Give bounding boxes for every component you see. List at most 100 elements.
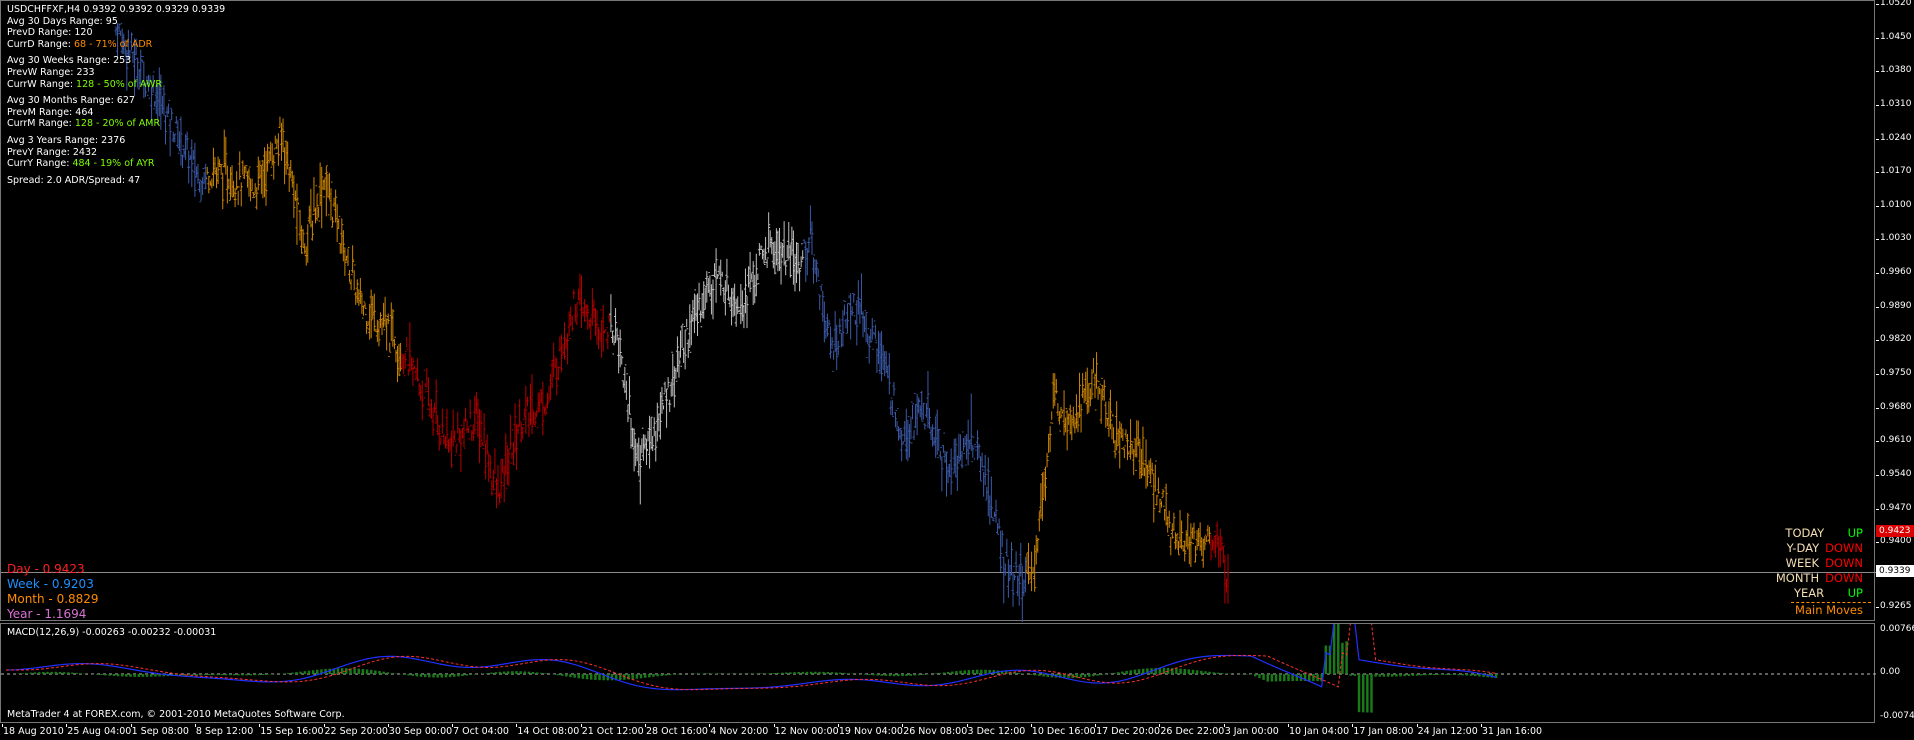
info-value: 95 [105,15,118,27]
x-tick-label: 28 Oct 16:00 [646,726,708,737]
level-item: Month - 0.8829 [7,592,99,606]
y-tick [1876,138,1879,140]
x-tick-label: 3 Dec 12:00 [967,726,1026,737]
info-line: CurrY Range: 484 - 19% of AYR [7,158,225,170]
info-value: 128 - 50% of AWR [76,78,162,90]
info-label: PrevD Range: [7,27,75,39]
x-tick-label: 18 Aug 2010 [3,726,64,737]
y-tick [1876,239,1879,241]
x-tick-label: 24 Jan 12:00 [1417,726,1478,737]
ohlc-bar [518,399,522,427]
x-tick-label: 26 Dec 22:00 [1160,726,1225,737]
move-value: UP [1847,586,1863,600]
y-tick-label: 0.9890 [1880,300,1912,311]
y-tick [1876,4,1879,5]
x-tick-label: 17 Dec 20:00 [1096,726,1160,737]
y-tick [1876,306,1879,308]
ohlc-bar [852,292,856,303]
time-axis[interactable]: 18 Aug 2010 25 Aug 04:00 1 Sep 08:00 8 Sep … [0,724,1876,740]
ohlc-bar [566,333,570,365]
symbol-line: USDCHFFXF,H4 0.9392 0.9392 0.9329 0.9339 [7,4,226,15]
info-value: 128 - 20% of AMR [74,118,161,130]
x-tick-label: 17 Jan 08:00 [1353,726,1414,737]
ohlc-bar [276,133,280,166]
info-label: CurrW Range: [7,78,77,90]
move-value: DOWN [1825,571,1863,585]
ohlc-bar [923,423,927,430]
move-row: TODAY UP [1771,526,1871,541]
y-tick-label: 0.9820 [1880,334,1912,345]
x-tick-label: 30 Sep 00:00 [388,726,453,737]
info-line: CurrM Range: 128 - 20% of AMR [7,118,225,130]
ohlc-bar [351,245,355,273]
info-line: CurrW Range: 128 - 50% of AWR [7,79,225,91]
info-value: 68 - 71% of ADR [73,38,153,50]
x-tick-label: 21 Oct 12:00 [581,726,644,737]
y-tick-label: 0.9540 [1880,468,1912,479]
macd-title: MACD(12,26,9) -0.00263 -0.00232 -0.00031 [7,627,217,638]
main-moves-title: Main Moves [1791,602,1871,618]
macd-axis-label: 0.00 [1880,667,1901,677]
x-tick-label: 22 Sep 20:00 [324,726,388,737]
y-tick-label: 1.0100 [1880,199,1912,210]
ohlc-bar [343,247,347,276]
y-tick-label: 0.9750 [1880,367,1912,378]
bid-price-tag: 0.9339 [1876,565,1914,578]
main-price-pane[interactable]: USDCHFFXF,H4 0.9392 0.9392 0.9329 0.9339… [0,0,1876,622]
y-tick [1876,508,1879,510]
ohlc-bar [1156,477,1160,494]
y-tick-label: 0.9610 [1880,435,1912,446]
move-value: DOWN [1825,541,1863,555]
ohlc-bar [994,499,998,523]
x-tick-label: 7 Oct 04:00 [453,726,509,737]
y-tick-label: 0.9960 [1880,267,1912,278]
info-line: PrevM Range: 464 [7,107,225,119]
info-label: PrevW Range: [7,66,77,78]
move-label: Y-DAY [1786,541,1820,555]
ohlc-bar [508,414,512,455]
info-value: 464 [75,106,94,118]
y-tick-label: 1.0380 [1880,65,1912,76]
level-item: Week - 0.9203 [7,577,94,591]
info-value: 484 - 19% of AYR [72,158,155,170]
info-label: PrevM Range: [7,106,76,118]
move-value: DOWN [1825,556,1863,570]
ohlc-bar [892,381,896,396]
ohlc-bar [468,399,472,428]
y-tick-label: 1.0030 [1880,233,1912,244]
info-label: PrevY Range: [7,146,73,158]
x-tick-label: 19 Nov 04:00 [838,726,903,737]
price-axis[interactable]: 1.0520 1.0450 1.0380 1.0310 1.0240 1.0170 1.01… [1876,0,1914,724]
move-label: MONTH [1775,571,1820,585]
day-open-price-tag: 0.9423 [1876,525,1914,538]
ohlc-bar [784,260,788,276]
ohlc-bar [666,377,670,390]
info-value: 47 [128,174,141,186]
level-list: Day - 0.9423 Week - 0.9203 Month - 0.8829 Y… [7,562,99,622]
ohlc-bar [665,388,669,428]
ohlc-bar [819,284,823,292]
move-value: UP [1847,526,1863,540]
y-tick [1876,373,1879,375]
info-line: Avg 30 Weeks Range: 253 [7,55,225,67]
ohlc-bar [846,303,850,334]
ohlc-bar [239,182,243,207]
macd-pane[interactable]: MACD(12,26,9) -0.00263 -0.00232 -0.00031… [0,623,1876,723]
ohlc-bar [388,342,392,357]
info-line: Spread: 2.0 ADR/Spread: 47 [7,175,225,187]
x-tick-label: 12 Nov 00:00 [774,726,839,737]
y-tick [1876,172,1879,174]
y-tick-label: 1.0240 [1880,132,1912,143]
y-tick [1876,607,1879,608]
ohlc-bar [1155,494,1159,506]
ohlc-bar [1050,411,1054,424]
y-tick [1876,104,1879,106]
info-value: 233 [76,66,95,78]
info-value: 2432 [72,146,98,158]
copyright-text: MetaTrader 4 at FOREX.com, © 2001-2010 M… [7,709,345,720]
y-tick [1876,542,1879,544]
x-tick-label: 31 Jan 16:00 [1481,726,1543,737]
ohlc-bar [668,399,672,412]
y-tick-label: 1.0450 [1880,31,1912,42]
y-tick-label: 1.0310 [1880,98,1912,109]
